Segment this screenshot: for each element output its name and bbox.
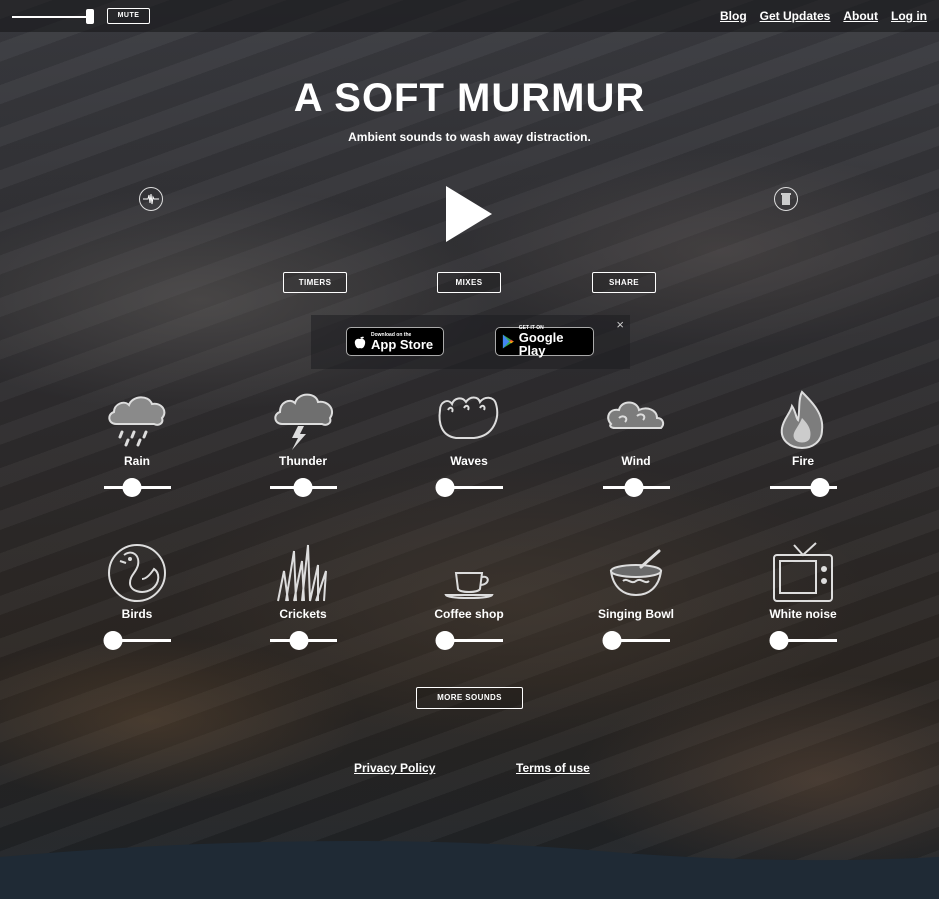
slider-knob[interactable] bbox=[624, 478, 644, 497]
volume-slider[interactable] bbox=[12, 16, 94, 18]
top-bar: MUTE Blog Get Updates About Log in bbox=[0, 0, 939, 32]
volume-slider[interactable] bbox=[269, 478, 337, 498]
apple-icon bbox=[354, 336, 366, 348]
sound-label: Wind bbox=[621, 454, 651, 468]
nav-link-about[interactable]: About bbox=[843, 9, 878, 23]
volume-slider[interactable] bbox=[103, 478, 171, 498]
sound-label: Crickets bbox=[279, 607, 327, 621]
volume-slider-handle[interactable] bbox=[85, 9, 94, 24]
sound-coffee-shop: Coffee shop bbox=[409, 541, 529, 651]
birds-icon bbox=[108, 544, 166, 602]
slider-knob[interactable] bbox=[293, 478, 313, 497]
slider-knob[interactable] bbox=[289, 631, 309, 650]
timers-button[interactable]: TIMERS bbox=[283, 272, 347, 293]
sound-label: Singing Bowl bbox=[598, 607, 674, 621]
sound-label: Thunder bbox=[279, 454, 327, 468]
play-icon[interactable] bbox=[444, 186, 494, 242]
mixes-button[interactable]: MIXES bbox=[437, 272, 501, 293]
sound-label: Fire bbox=[791, 454, 814, 468]
sound-singing-bowl: Singing Bowl bbox=[576, 541, 696, 651]
slider-knob[interactable] bbox=[769, 631, 789, 650]
rain-icon bbox=[108, 396, 166, 447]
sound-wind: Wind bbox=[576, 388, 696, 498]
wind-icon bbox=[607, 401, 665, 429]
slider-knob[interactable] bbox=[810, 478, 830, 497]
slider-knob[interactable] bbox=[122, 478, 142, 497]
app-store-badge[interactable]: Download on the App Store bbox=[346, 327, 444, 356]
sound-label: Waves bbox=[450, 454, 488, 468]
more-sounds-button[interactable]: MORE SOUNDS bbox=[416, 687, 523, 709]
volume-slider[interactable] bbox=[769, 631, 837, 651]
google-play-icon bbox=[502, 334, 514, 349]
volume-slider[interactable] bbox=[435, 631, 503, 651]
sound-waves: Waves bbox=[409, 388, 529, 498]
slider-knob[interactable] bbox=[602, 631, 622, 650]
sound-label: Coffee shop bbox=[434, 607, 504, 621]
volume-slider[interactable] bbox=[602, 631, 670, 651]
nav-link-log-in[interactable]: Log in bbox=[891, 9, 927, 23]
share-button[interactable]: SHARE bbox=[592, 272, 656, 293]
crickets-icon bbox=[277, 544, 327, 602]
page-subtitle: Ambient sounds to wash away distraction. bbox=[348, 130, 591, 144]
thunder-icon bbox=[274, 393, 334, 450]
terms-of-use-link[interactable]: Terms of use bbox=[516, 761, 590, 775]
page-title: A SOFT MURMUR bbox=[293, 76, 646, 120]
sound-white-noise: White noise bbox=[743, 541, 863, 651]
mute-button[interactable]: MUTE bbox=[107, 8, 150, 24]
slider-knob[interactable] bbox=[435, 478, 455, 497]
slider-knob[interactable] bbox=[103, 631, 123, 650]
sound-crickets: Crickets bbox=[243, 541, 363, 651]
sound-label: Rain bbox=[123, 454, 150, 468]
nav-link-blog[interactable]: Blog bbox=[720, 9, 747, 23]
close-icon[interactable]: × bbox=[616, 317, 624, 332]
google-play-big-text: Google Play bbox=[518, 330, 564, 358]
waves-icon bbox=[438, 396, 499, 439]
sound-label: Birds bbox=[121, 607, 153, 621]
sound-label: White noise bbox=[769, 607, 837, 621]
fire-icon bbox=[780, 390, 824, 450]
volume-slider[interactable] bbox=[769, 478, 837, 498]
privacy-policy-link[interactable]: Privacy Policy bbox=[354, 761, 435, 775]
nav-links: Blog Get Updates About Log in bbox=[720, 9, 927, 23]
trash-icon[interactable] bbox=[774, 187, 798, 211]
google-play-badge[interactable]: GET IT ON Google Play bbox=[495, 326, 594, 358]
coffee-icon bbox=[444, 572, 494, 599]
sound-fire: Fire bbox=[743, 388, 863, 498]
volume-slider[interactable] bbox=[435, 478, 503, 498]
volume-slider[interactable] bbox=[269, 631, 337, 651]
app-store-big-text: App Store bbox=[371, 336, 434, 352]
slider-knob[interactable] bbox=[435, 631, 455, 650]
bottom-wave bbox=[0, 840, 939, 899]
volume-slider[interactable] bbox=[103, 631, 171, 651]
tv-icon bbox=[773, 542, 833, 602]
nav-link-get-updates[interactable]: Get Updates bbox=[760, 9, 831, 23]
sound-rain: Rain bbox=[77, 388, 197, 498]
sound-birds: Birds bbox=[77, 541, 197, 651]
waveform-icon[interactable] bbox=[139, 187, 163, 211]
singing-bowl-icon bbox=[609, 549, 663, 597]
volume-slider[interactable] bbox=[602, 478, 670, 498]
app-store-banner: × Download on the App Store GET IT ON Go… bbox=[311, 315, 630, 369]
sound-thunder: Thunder bbox=[243, 388, 363, 498]
